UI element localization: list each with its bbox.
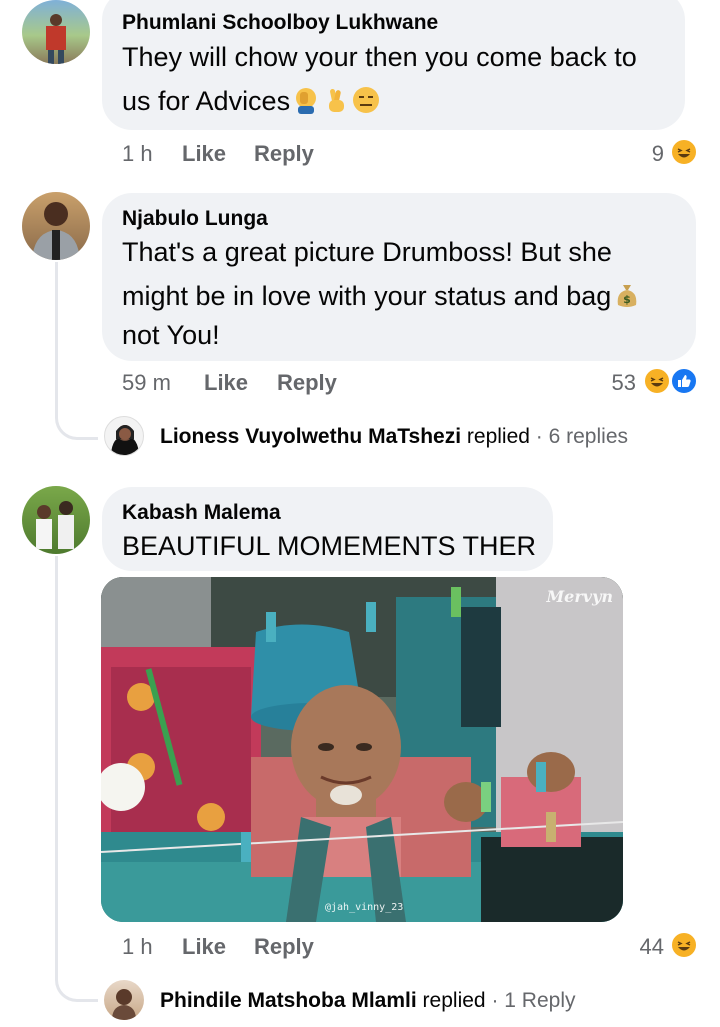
- comment-text-line: us for Advices: [122, 79, 682, 123]
- replier-avatar[interactable]: [104, 980, 144, 1020]
- separator-dot: ·: [535, 425, 543, 448]
- comment-text: That's a great picture Drumboss! But she…: [122, 230, 692, 352]
- photo-credit: @jah_vinny_23: [325, 902, 404, 913]
- comment-author[interactable]: Phumlani Schoolboy Lukhwane: [122, 10, 438, 36]
- photo-watermark: Mervyn: [546, 587, 613, 606]
- replies-count[interactable]: 1 Reply: [504, 989, 575, 1012]
- reply-button[interactable]: Reply: [277, 370, 337, 396]
- commenter-avatar[interactable]: [22, 192, 90, 260]
- comment-bubble: Kabash Malema BEAUTIFUL MOMEMENTS THER: [102, 487, 553, 571]
- comment-text: They will chow your then you come back t…: [122, 35, 682, 123]
- commenter-avatar[interactable]: [22, 486, 90, 554]
- replies-summary[interactable]: Phindile Matshoba Mlamli replied · 1 Rep…: [160, 987, 575, 1015]
- separator-dot: ·: [491, 989, 499, 1012]
- replies-summary[interactable]: Lioness Vuyolwethu MaTshezi replied · 6 …: [160, 423, 628, 451]
- replier-name[interactable]: Phindile Matshoba Mlamli: [160, 989, 417, 1012]
- person-photo-icon: [32, 202, 80, 260]
- comment-text: BEAUTIFUL MOMEMENTS THER: [122, 531, 537, 561]
- replied-label: replied: [422, 989, 486, 1012]
- expressionless-emoji-icon: [353, 87, 380, 113]
- comment-text-fragment: us for Advices: [122, 86, 291, 116]
- comment-time[interactable]: 59 m: [122, 370, 171, 396]
- replied-label: replied: [466, 425, 530, 448]
- reply-button[interactable]: Reply: [254, 934, 314, 960]
- comment-text-line: might be in love with your status and ba…: [122, 274, 692, 318]
- replies-count[interactable]: 6 replies: [549, 425, 628, 448]
- comment-text-line: That's a great picture Drumboss! But she: [122, 237, 612, 267]
- person-photo-icon: [112, 989, 136, 1020]
- comment-time[interactable]: 1 h: [122, 934, 153, 960]
- comment-author[interactable]: Kabash Malema: [122, 500, 281, 526]
- comment-text-fragment: might be in love with your status and ba…: [122, 281, 612, 311]
- person-photo-icon: [111, 425, 139, 455]
- reply-thread-line: [55, 556, 98, 1002]
- svg-text:$: $: [623, 293, 631, 306]
- reply-button[interactable]: Reply: [254, 141, 314, 167]
- like-button[interactable]: Like: [182, 934, 226, 960]
- comment-bubble: Phumlani Schoolboy Lukhwane They will ch…: [102, 0, 685, 130]
- comment-meta: 1 h Like Reply: [122, 934, 682, 964]
- laundry-line-photo: [101, 577, 623, 922]
- person-photo-icon: [46, 14, 66, 64]
- money-bag-emoji-icon: $: [617, 285, 637, 307]
- like-reaction-icon: [670, 367, 698, 395]
- comment-text-line: not You!: [122, 320, 220, 350]
- comment-text-line: They will chow your then you come back t…: [122, 42, 637, 72]
- like-button[interactable]: Like: [204, 370, 248, 396]
- laugh-reaction-icon: [670, 138, 698, 166]
- reaction-count[interactable]: 53: [590, 370, 636, 396]
- comment-time[interactable]: 1 h: [122, 141, 153, 167]
- like-button[interactable]: Like: [182, 141, 226, 167]
- reaction-count[interactable]: 44: [620, 934, 664, 960]
- facepalm-emoji-icon: [296, 88, 317, 114]
- laugh-reaction-icon: [643, 367, 671, 395]
- replier-name[interactable]: Lioness Vuyolwethu MaTshezi: [160, 425, 461, 448]
- crossed-fingers-emoji-icon: [329, 88, 345, 112]
- comment-meta: 1 h Like Reply: [122, 141, 682, 171]
- person-photo-icon: [36, 501, 74, 549]
- replier-avatar[interactable]: [104, 416, 144, 456]
- reaction-count[interactable]: 9: [620, 141, 664, 167]
- comment-photo[interactable]: Mervyn @jah_vinny_23: [101, 577, 623, 922]
- laugh-reaction-icon: [670, 931, 698, 959]
- comment-bubble: Njabulo Lunga That's a great picture Dru…: [102, 193, 696, 361]
- reply-thread-line: [55, 262, 98, 440]
- commenter-avatar[interactable]: [22, 0, 90, 64]
- comment-author[interactable]: Njabulo Lunga: [122, 206, 268, 232]
